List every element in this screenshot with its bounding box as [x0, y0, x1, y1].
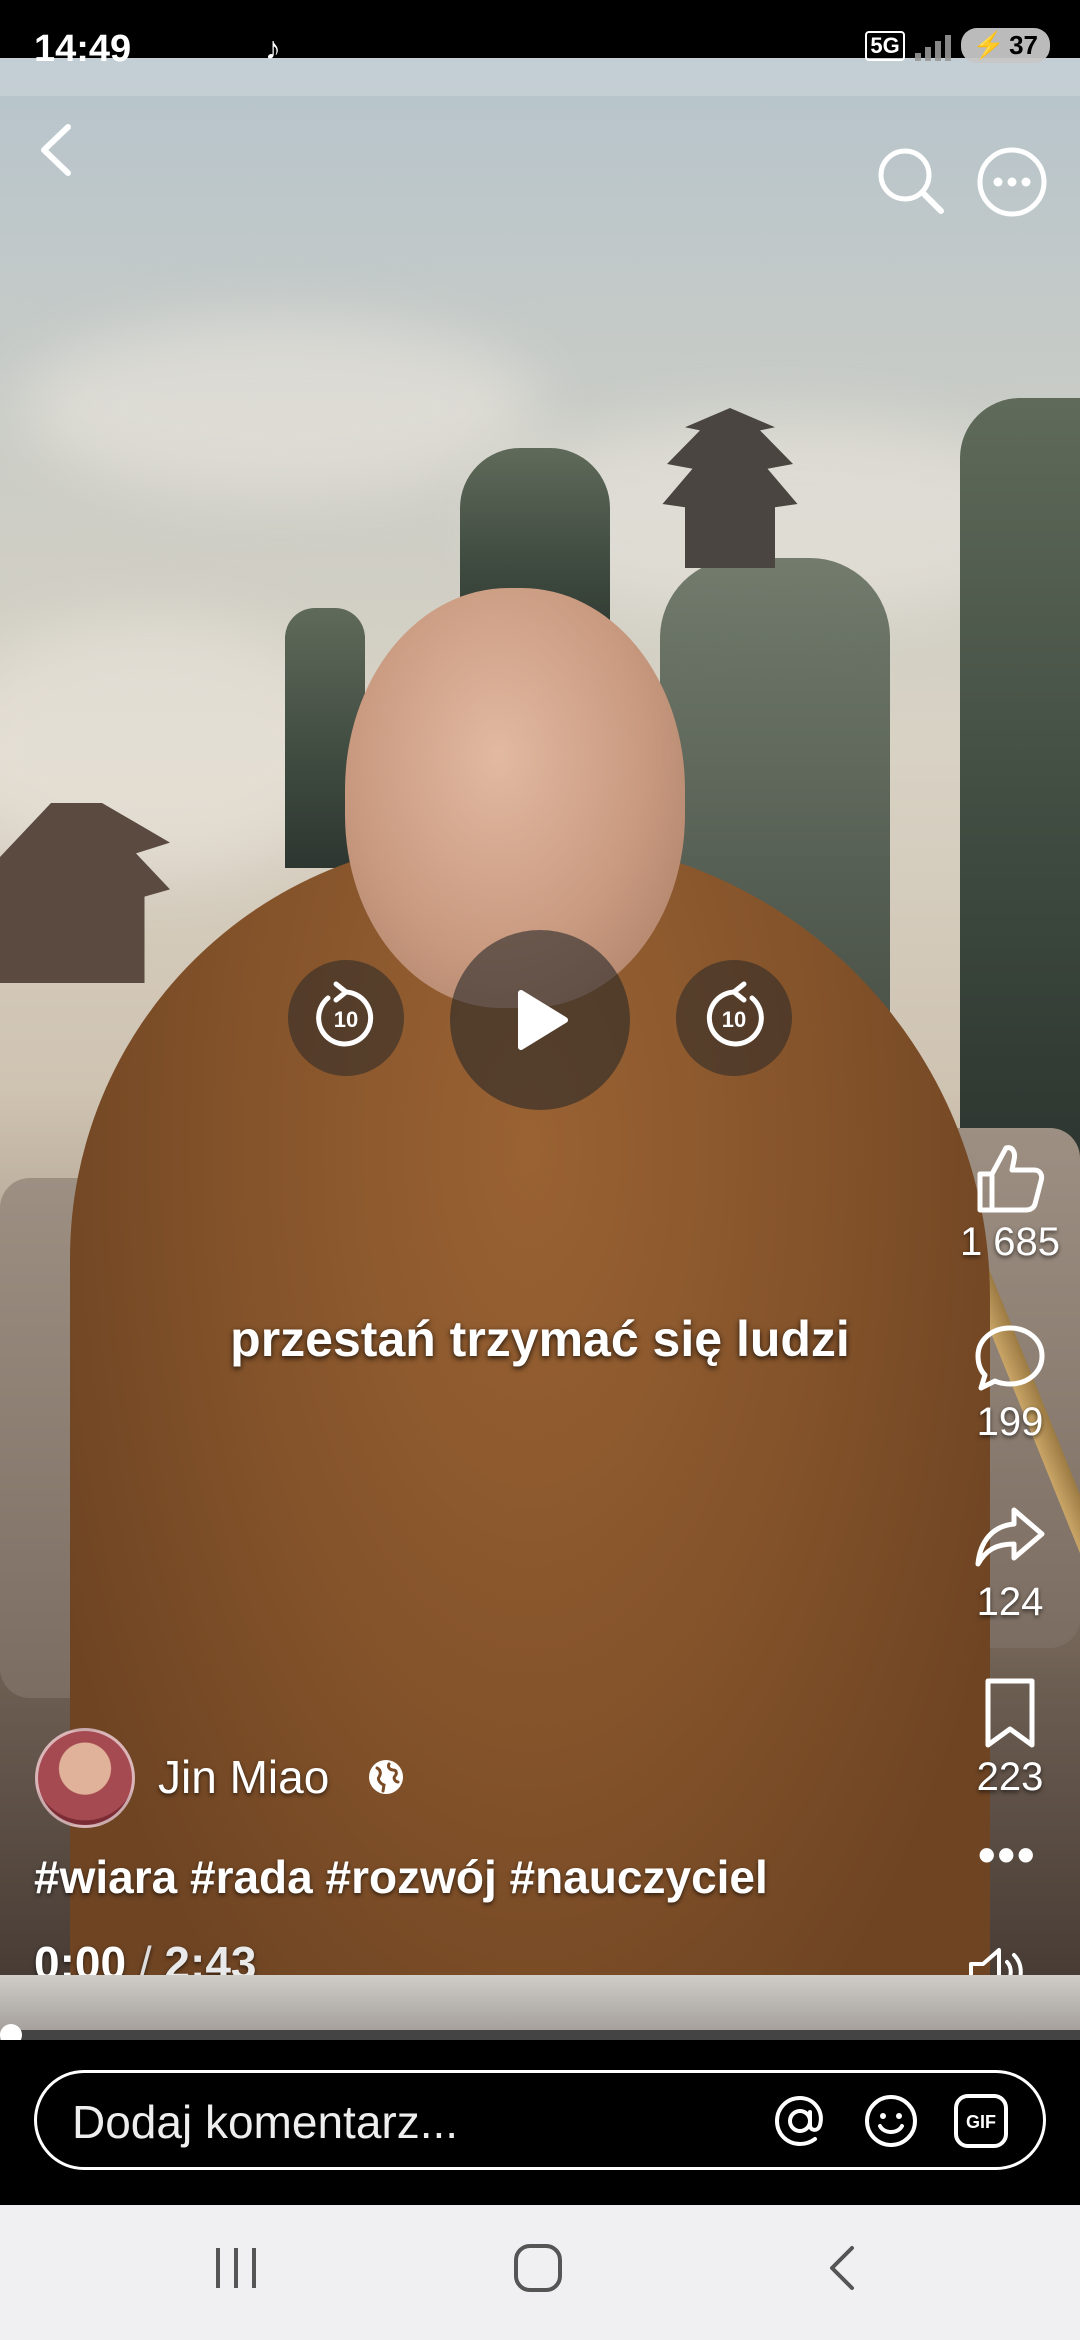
at-icon[interactable]	[771, 2092, 829, 2150]
forward-10-button[interactable]: 10	[676, 960, 792, 1076]
nav-back-icon[interactable]	[820, 2240, 866, 2296]
like-button[interactable]: 1 685	[950, 1140, 1070, 1265]
recent-apps-icon[interactable]	[210, 2240, 262, 2296]
battery-level: 37	[1009, 30, 1038, 60]
author-name[interactable]: Jin Miao	[158, 1750, 329, 1804]
emoji-icon[interactable]	[862, 2092, 920, 2150]
more-actions-icon[interactable]: •••	[978, 1830, 1037, 1880]
rewind-icon: 10	[316, 981, 374, 1047]
share-count: 124	[976, 1580, 1044, 1624]
thumbs-up-icon	[977, 1145, 1045, 1213]
cliff	[960, 398, 1080, 1158]
status-bar: 14:49 ♪ 5G ⚡ 37	[0, 0, 1080, 70]
bookmark-icon	[985, 1678, 1035, 1748]
forward-seconds: 10	[722, 1007, 746, 1032]
more-options-icon[interactable]	[975, 145, 1049, 219]
top-gradient	[0, 58, 1080, 96]
forward-icon: 10	[706, 981, 764, 1047]
save-button[interactable]: 223	[950, 1675, 1070, 1800]
comment-placeholder[interactable]: Dodaj komentarz...	[72, 2095, 458, 2149]
progress-track[interactable]	[10, 2030, 1080, 2040]
video-subtitle: przestań trzymać się ludzi	[230, 1311, 850, 1367]
share-arrow-icon	[975, 1507, 1045, 1567]
fog	[20, 318, 540, 498]
play-icon	[518, 990, 568, 1050]
charging-icon: ⚡	[972, 30, 1006, 60]
signal-icon	[914, 31, 951, 61]
play-button[interactable]	[450, 930, 630, 1110]
caption-hashtags[interactable]: #wiara #rada #rozwój #nauczyciel	[34, 1850, 768, 1904]
speech-bubble-icon	[975, 1325, 1045, 1391]
share-button[interactable]: 124	[950, 1500, 1070, 1625]
pagoda	[0, 803, 170, 983]
gif-icon[interactable]: GIF	[952, 2092, 1010, 2150]
gif-label: GIF	[966, 2112, 996, 2132]
comment-count: 199	[976, 1400, 1044, 1444]
home-icon[interactable]	[510, 2240, 566, 2296]
search-icon[interactable]	[875, 145, 945, 215]
back-arrow-icon[interactable]	[30, 115, 90, 185]
globe-icon	[369, 1760, 403, 1794]
rewind-seconds: 10	[334, 1007, 358, 1032]
save-count: 223	[976, 1755, 1044, 1799]
comment-button[interactable]: 199	[950, 1320, 1070, 1445]
author-avatar[interactable]	[35, 1728, 135, 1828]
like-count: 1 685	[959, 1220, 1061, 1264]
rewind-10-button[interactable]: 10	[288, 960, 404, 1076]
network-label: 5G	[865, 30, 905, 61]
